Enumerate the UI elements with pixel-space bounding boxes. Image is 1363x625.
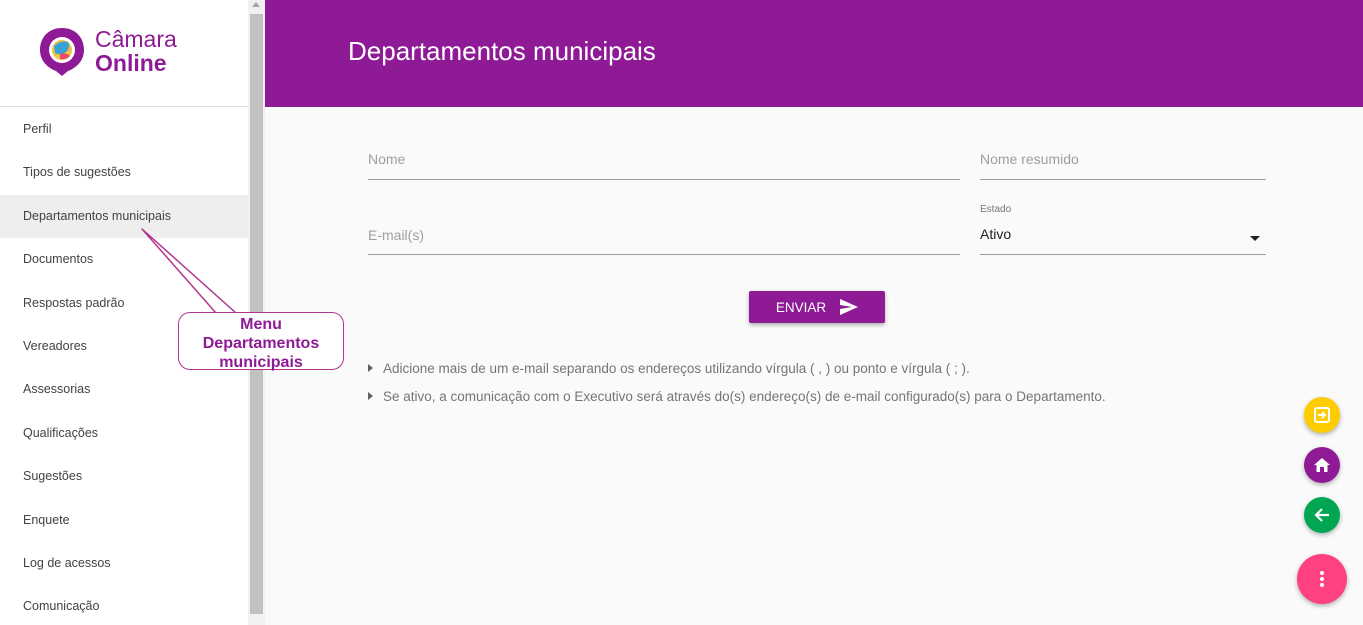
- enviar-button[interactable]: ENVIAR: [749, 291, 885, 323]
- sidebar-item-sugestoes[interactable]: Sugestões: [0, 455, 248, 498]
- nome-field[interactable]: Nome: [368, 151, 960, 180]
- sidebar-item-enquete[interactable]: Enquete: [0, 499, 248, 542]
- enviar-label: ENVIAR: [775, 299, 827, 315]
- dropdown-arrow-icon: [1250, 236, 1260, 241]
- estado-select[interactable]: Estado Ativo: [980, 204, 1266, 255]
- sidebar-item-comunicacao[interactable]: Comunicação: [0, 585, 248, 625]
- callout-line3: municipais: [219, 354, 303, 371]
- callout-line2: Departamentos: [202, 335, 320, 352]
- more-vert-icon: [1320, 571, 1324, 587]
- sidebar-item-qualificacoes[interactable]: Qualificações: [0, 412, 248, 455]
- arrow-back-icon: [1314, 508, 1329, 522]
- help-note-text: Se ativo, a comunicação com o Executivo …: [383, 389, 1106, 404]
- email-field[interactable]: E-mail(s): [368, 227, 960, 255]
- exit-button[interactable]: [1304, 397, 1340, 433]
- nome-resumido-placeholder: Nome resumido: [980, 151, 1079, 167]
- back-button[interactable]: [1304, 497, 1340, 533]
- more-actions-button[interactable]: [1297, 554, 1347, 604]
- callout-line1: Menu: [240, 316, 282, 333]
- home-icon: [1314, 458, 1330, 472]
- help-notes: Adicione mais de um e-mail separando os …: [367, 360, 1106, 416]
- estado-value: Ativo: [980, 226, 1012, 242]
- help-note: Adicione mais de um e-mail separando os …: [367, 360, 1106, 388]
- menu-callout: Menu Departamentos municipais: [178, 312, 344, 371]
- exit-icon: [1314, 407, 1330, 423]
- help-note: Se ativo, a comunicação com o Executivo …: [367, 388, 1106, 416]
- page-header: Departamentos municipais: [265, 0, 1363, 107]
- estado-label: Estado: [980, 204, 1012, 215]
- send-icon: [840, 299, 859, 315]
- home-button[interactable]: [1304, 447, 1340, 483]
- help-note-text: Adicione mais de um e-mail separando os …: [383, 361, 970, 376]
- nome-resumido-field[interactable]: Nome resumido: [980, 151, 1266, 180]
- sidebar-item-log-de-acessos[interactable]: Log de acessos: [0, 542, 248, 585]
